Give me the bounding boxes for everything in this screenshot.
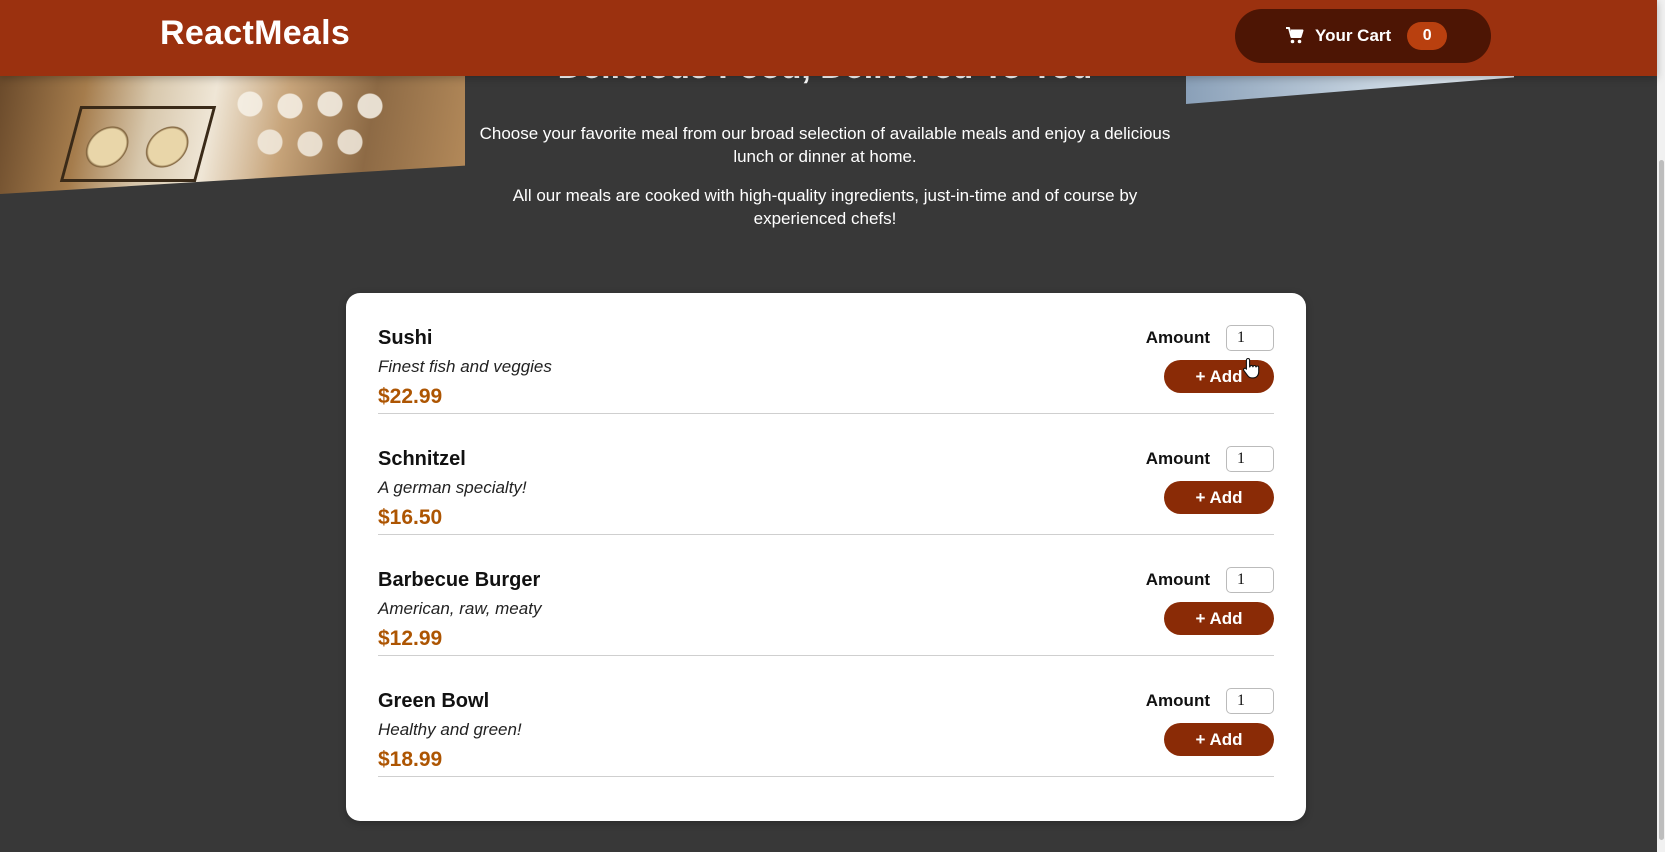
amount-input[interactable] (1226, 325, 1274, 351)
meal-name: Green Bowl (378, 690, 490, 712)
available-meals-card: Sushi Finest fish and veggies $22.99 Amo… (346, 293, 1306, 821)
meal-description: American, raw, meaty (378, 599, 542, 618)
hero-image-cups (230, 84, 410, 164)
hero-image-plate (59, 106, 217, 182)
summary-paragraph-2: All our meals are cooked with high-quali… (512, 186, 1138, 228)
summary-paragraph-1: Choose your favorite meal from our broad… (479, 124, 1171, 166)
amount-input[interactable] (1226, 567, 1274, 593)
shopping-cart-icon (1286, 27, 1304, 44)
meal-item: Barbecue Burger American, raw, meaty $12… (378, 535, 1274, 656)
page-scrollbar-thumb[interactable] (1659, 160, 1664, 840)
add-to-cart-button[interactable]: + Add (1164, 723, 1274, 756)
meal-name: Barbecue Burger (378, 569, 541, 591)
meal-name: Schnitzel (378, 448, 466, 470)
amount-label: Amount (1145, 691, 1210, 710)
meal-item: Schnitzel A german specialty! $16.50 Amo… (378, 414, 1274, 535)
cart-button[interactable]: Your Cart 0 (1235, 9, 1491, 63)
meal-price: $18.99 (378, 748, 443, 771)
meal-price: $16.50 (378, 506, 443, 529)
cart-count-badge: 0 (1407, 22, 1448, 50)
amount-input[interactable] (1226, 446, 1274, 472)
main-header: ReactMeals Your Cart 0 (0, 0, 1657, 76)
meal-description: Healthy and green! (378, 720, 522, 739)
meal-description: A german specialty! (378, 478, 527, 497)
add-to-cart-button[interactable]: + Add (1164, 602, 1274, 635)
meal-item: Sushi Finest fish and veggies $22.99 Amo… (378, 293, 1274, 414)
meal-price: $12.99 (378, 627, 443, 650)
cart-label: Your Cart (1315, 26, 1392, 45)
amount-label: Amount (1145, 449, 1210, 468)
app-logo: ReactMeals (160, 14, 351, 52)
meal-description: Finest fish and veggies (378, 357, 552, 376)
hand-pointer-cursor-icon (1242, 357, 1260, 379)
meal-price: $22.99 (378, 385, 443, 408)
meal-item: Green Bowl Healthy and green! $18.99 Amo… (378, 656, 1274, 777)
amount-input[interactable] (1226, 688, 1274, 714)
hero-image-left (0, 76, 465, 194)
add-to-cart-button[interactable]: + Add (1164, 481, 1274, 514)
amount-label: Amount (1145, 570, 1210, 589)
hero-image-right (1186, 76, 1514, 104)
meal-name: Sushi (378, 327, 433, 349)
amount-label: Amount (1145, 328, 1210, 347)
